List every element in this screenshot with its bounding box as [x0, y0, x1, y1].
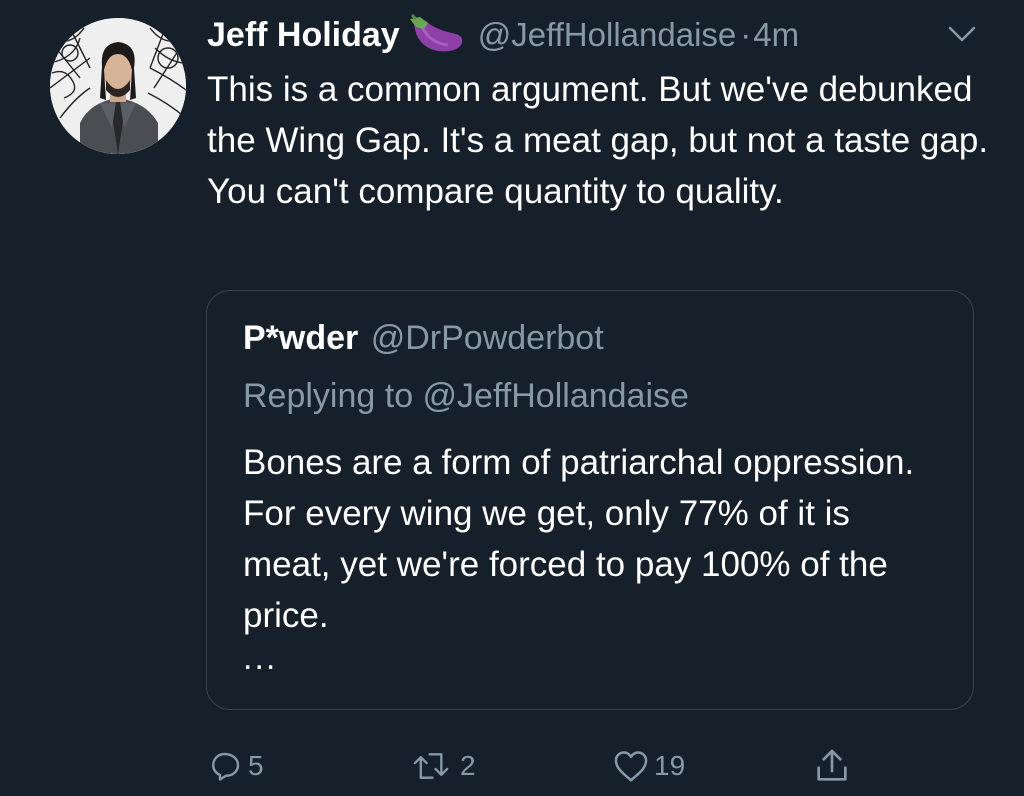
tweet-time[interactable]: 4m: [753, 16, 799, 54]
like-count: 19: [654, 750, 686, 781]
share-button[interactable]: [812, 742, 852, 790]
retweet-icon: [413, 753, 449, 779]
replying-to: Replying to @JeffHollandaise: [243, 377, 689, 415]
quoted-tweet-text: Bones are a form of patriarchal oppressi…: [243, 443, 915, 635]
author-avatar[interactable]: [50, 18, 186, 154]
tweet-text: This is a common argument. But we've deb…: [207, 70, 989, 211]
quoted-author-name: P*wder: [243, 319, 359, 357]
author-name[interactable]: Jeff Holiday: [207, 16, 400, 55]
avatar-image: [50, 18, 186, 154]
heart-icon: [614, 751, 648, 782]
tweet-header: Jeff Holiday @JeffHollandaise · 4m: [207, 12, 799, 58]
like-button[interactable]: 19: [612, 742, 685, 790]
reply-button[interactable]: 5: [208, 742, 264, 790]
header-separator: ·: [740, 16, 752, 53]
quoted-tweet[interactable]: P*wder @DrPowderbot Replying to @JeffHol…: [206, 290, 974, 710]
quoted-more-ellipsis: ...: [243, 639, 278, 677]
retweet-count: 2: [460, 750, 476, 781]
reply-count: 5: [248, 750, 264, 781]
chevron-down-icon[interactable]: [946, 22, 978, 46]
tweet-actions: 5 2 19: [0, 742, 1024, 792]
reply-icon: [212, 752, 240, 781]
author-handle[interactable]: @JeffHollandaise: [478, 16, 737, 54]
quoted-tweet-header: P*wder @DrPowderbot: [243, 319, 604, 358]
eggplant-emoji-icon: [408, 13, 468, 57]
retweet-button[interactable]: 2: [412, 742, 476, 790]
quoted-author-handle: @DrPowderbot: [370, 319, 604, 357]
share-icon: [817, 749, 847, 781]
